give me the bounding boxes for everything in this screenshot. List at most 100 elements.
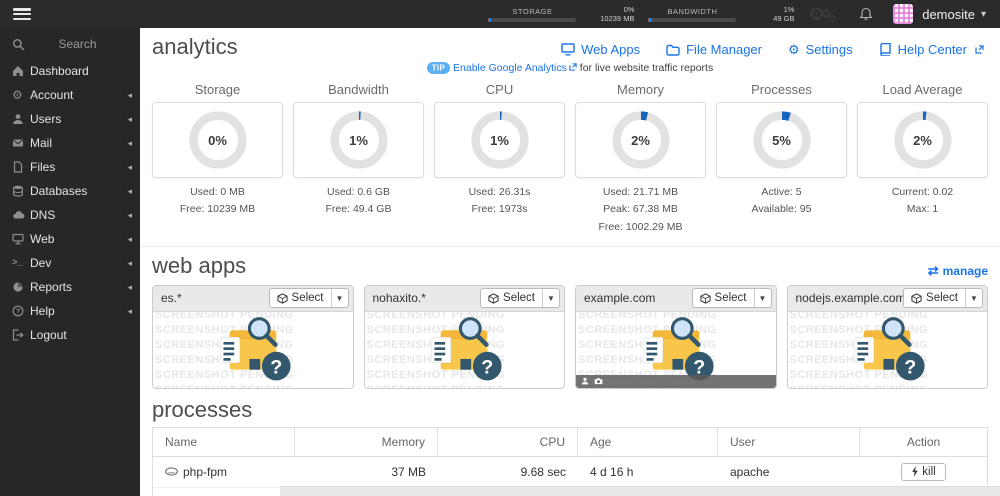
username[interactable]: demosite xyxy=(922,7,975,22)
bandwidth-stats: 1% 49 GB xyxy=(773,4,795,23)
search-input[interactable] xyxy=(25,37,130,51)
webapp-status-overlay xyxy=(576,374,776,388)
gauge-stats: Used: 0 MB Free: 10239 MB xyxy=(179,186,256,216)
nav-help-center[interactable]: Help Center xyxy=(879,42,984,57)
sidebar-search[interactable] xyxy=(0,28,140,59)
table-header-row: Name Memory CPU Age User Action xyxy=(153,427,987,457)
sidebar-item-mail[interactable]: Mail ◂ xyxy=(0,131,140,155)
webapp-card: nohaxito.* Select ▼ SCREENSHOT PENDING S… xyxy=(363,284,565,389)
gauge-memory: Memory 2% Used: 21.71 MB Peak: 67.38 MB Fr… xyxy=(575,82,706,236)
sidebar-item-logout[interactable]: Logout xyxy=(0,323,140,347)
collapse-caret-icon: ◂ xyxy=(127,185,132,196)
sidebar-item-account[interactable]: ⚙ Account ◂ xyxy=(0,83,140,107)
collapse-caret-icon: ◂ xyxy=(127,209,132,220)
svg-text:?: ? xyxy=(904,356,916,378)
donut-gauge: 1% xyxy=(329,110,389,170)
package-icon xyxy=(911,293,922,304)
kill-process-button[interactable]: kill xyxy=(901,462,946,481)
storage-stats: 0% 10239 MB xyxy=(600,4,635,23)
gauge-cpu: CPU 1% Used: 26.31s Free: 1973s xyxy=(434,82,565,236)
php-icon xyxy=(165,467,178,476)
col-user: User xyxy=(718,427,860,456)
col-cpu: CPU xyxy=(438,427,578,456)
screenshot-pending-illustration-icon: ? xyxy=(788,312,988,388)
enable-google-analytics-link[interactable]: Enable Google Analytics xyxy=(453,62,567,74)
select-dropdown-caret[interactable]: ▼ xyxy=(966,289,982,307)
gear-icon: ⚙ xyxy=(12,88,23,102)
col-memory: Memory xyxy=(295,427,438,456)
select-dropdown-caret[interactable]: ▼ xyxy=(755,289,771,307)
package-icon xyxy=(488,293,499,304)
select-app-button[interactable]: Select ▼ xyxy=(691,288,772,309)
topbar-storage-gauge[interactable]: STORAGE 0% 10239 MB xyxy=(488,5,634,24)
page-title: analytics xyxy=(152,34,238,59)
nav-web-apps[interactable]: Web Apps xyxy=(561,42,640,57)
collapse-caret-icon: ◂ xyxy=(127,233,132,244)
webapp-domain: nohaxito.* xyxy=(372,291,426,306)
package-icon xyxy=(699,293,711,304)
tip-badge: TIP xyxy=(426,61,451,74)
user-avatar[interactable] xyxy=(893,4,914,24)
sidebar-item-web[interactable]: Web ◂ xyxy=(0,227,140,251)
sidebar-item-files[interactable]: Files ◂ xyxy=(0,155,140,179)
gauge-stats: Used: 0.6 GB Free: 49.4 GB xyxy=(325,186,392,216)
gauge-stats: Active: 5 Available: 95 xyxy=(751,186,812,216)
sidebar-item-dev[interactable]: >_ Dev ◂ xyxy=(0,251,140,275)
sidebar-item-dns[interactable]: DNS ◂ xyxy=(0,203,140,227)
webapp-domain: es.* xyxy=(161,291,182,306)
user-icon[interactable] xyxy=(581,377,589,385)
webapp-domain: nodejs.example.com xyxy=(795,291,904,306)
pie-chart-icon xyxy=(12,281,30,293)
collapse-caret-icon: ◂ xyxy=(127,257,132,268)
collapse-caret-icon: ◂ xyxy=(127,89,132,100)
book-icon xyxy=(879,43,891,56)
folder-icon xyxy=(666,44,680,56)
sidebar-item-databases[interactable]: Databases ◂ xyxy=(0,179,140,203)
webapp-cards: es.* Select ▼ SCREENSHOT PENDING SCREENS… xyxy=(152,284,988,389)
donut-gauge: 0% xyxy=(188,110,248,170)
select-app-button[interactable]: Select ▼ xyxy=(480,288,560,309)
storage-label: STORAGE xyxy=(512,6,553,16)
webapp-screenshot[interactable]: SCREENSHOT PENDING SCREENSHOT PENDING SC… xyxy=(364,311,565,388)
nav-settings[interactable]: ⚙ Settings xyxy=(788,42,853,57)
sidebar-item-reports[interactable]: Reports ◂ xyxy=(0,275,140,299)
gear-icon: ⚙ xyxy=(787,42,800,57)
logout-icon xyxy=(12,329,30,341)
envelope-icon xyxy=(12,137,30,149)
hamburger-menu-icon[interactable] xyxy=(13,8,31,20)
col-name: Name xyxy=(153,427,295,456)
webapp-card: example.com Select ▼ SCREENSHOT PENDING … xyxy=(575,284,777,389)
webapp-card: es.* Select ▼ SCREENSHOT PENDING SCREENS… xyxy=(152,284,354,389)
bandwidth-label: BANDWIDTH xyxy=(667,6,718,16)
processes-title: processes xyxy=(152,396,253,422)
select-app-button[interactable]: Select ▼ xyxy=(903,288,983,309)
topbar-bandwidth-gauge[interactable]: BANDWIDTH 1% 49 GB xyxy=(648,5,794,24)
select-dropdown-caret[interactable]: ▼ xyxy=(332,289,348,307)
notifications-bell-icon[interactable] xyxy=(859,7,873,21)
file-icon xyxy=(12,161,30,173)
gauge-processes: Processes 5% Active: 5 Available: 95 xyxy=(716,82,847,236)
sidebar-item-help[interactable]: ? Help ◂ xyxy=(0,299,140,323)
webapp-screenshot[interactable]: SCREENSHOT PENDING SCREENSHOT PENDING SC… xyxy=(153,311,353,388)
package-icon xyxy=(276,293,288,304)
external-link-icon xyxy=(975,45,984,54)
gauge-storage: Storage 0% Used: 0 MB Free: 10239 MB xyxy=(152,82,283,236)
nav-file-manager[interactable]: File Manager xyxy=(666,42,762,57)
webapp-screenshot[interactable]: SCREENSHOT PENDING SCREENSHOT PENDING SC… xyxy=(787,311,988,388)
footer-strip xyxy=(280,486,1000,496)
sidebar-item-dashboard[interactable]: Dashboard xyxy=(0,59,140,83)
collapse-caret-icon: ◂ xyxy=(127,281,132,292)
donut-gauge: 1% xyxy=(470,110,530,170)
collapse-caret-icon: ◂ xyxy=(127,161,132,172)
webapp-screenshot[interactable]: SCREENSHOT PENDING SCREENSHOT PENDING SC… xyxy=(576,311,776,388)
camera-icon[interactable] xyxy=(594,377,603,385)
search-icon xyxy=(13,38,25,50)
select-app-button[interactable]: Select ▼ xyxy=(268,288,349,309)
sidebar-item-users[interactable]: Users ◂ xyxy=(0,107,140,131)
screenshot-pending-illustration-icon: ? xyxy=(365,312,565,388)
collapse-caret-icon: ◂ xyxy=(127,137,132,148)
user-menu-caret-icon[interactable]: ▾ xyxy=(981,9,986,20)
select-dropdown-caret[interactable]: ▼ xyxy=(543,289,559,307)
gauge-bandwidth: Bandwidth 1% Used: 0.6 GB Free: 49.4 GB xyxy=(293,82,424,236)
manage-webapps-link[interactable]: ⇄ manage xyxy=(928,263,988,279)
